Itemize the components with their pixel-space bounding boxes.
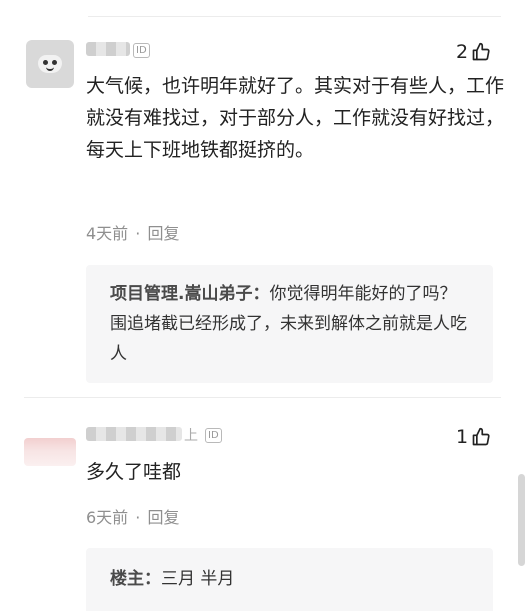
- avatar-eye: [52, 60, 57, 65]
- avatar-face: [38, 55, 62, 73]
- avatar-mouth: [46, 66, 54, 71]
- like-button[interactable]: 1: [456, 426, 491, 448]
- reply-link[interactable]: 回复: [147, 508, 179, 527]
- meta-separator: ·: [135, 224, 141, 243]
- like-count: 1: [456, 426, 469, 448]
- reply-text: 楼主：三月 半月: [110, 564, 473, 594]
- avatar-eye: [43, 60, 48, 65]
- comment-meta: 4天前 · 回复: [86, 220, 179, 244]
- avatar[interactable]: [24, 438, 76, 466]
- comment-divider: [24, 397, 501, 398]
- username-suffix: 上: [184, 428, 198, 444]
- avatar[interactable]: [26, 40, 74, 88]
- like-button[interactable]: 2: [456, 41, 491, 63]
- reply-text: 项目管理.嵩山弟子：你觉得明年能好的了吗？围追堵截已经形成了，未来到解体之前就是…: [110, 279, 473, 369]
- thumbs-up-icon: [472, 427, 490, 446]
- reply-author[interactable]: 项目管理.嵩山弟子：: [110, 284, 269, 304]
- reply-box[interactable]: 项目管理.嵩山弟子：你觉得明年能好的了吗？围追堵截已经形成了，未来到解体之前就是…: [86, 265, 493, 383]
- reply-author[interactable]: 楼主：: [110, 569, 161, 589]
- meta-separator: ·: [135, 508, 141, 527]
- comment-meta: 6天前 · 回复: [86, 504, 179, 528]
- comment-time: 4天前: [86, 224, 129, 243]
- comment-time: 6天前: [86, 508, 129, 527]
- comment-text: 大气候，也许明年就好了。其实对于有些人，工作就没有难找过，对于部分人，工作就没有…: [86, 75, 505, 161]
- like-count: 2: [456, 41, 469, 63]
- id-badge: ID: [133, 43, 150, 58]
- id-badge: ID: [205, 428, 222, 443]
- thumbs-up-icon: [472, 42, 490, 61]
- reply-body: 三月 半月: [161, 569, 235, 589]
- scrollbar[interactable]: [518, 474, 525, 566]
- top-divider: [88, 16, 501, 17]
- username-blurred[interactable]: [86, 427, 182, 441]
- reply-link[interactable]: 回复: [147, 224, 179, 243]
- comment-text: 多久了哇都: [86, 461, 182, 483]
- reply-box[interactable]: 楼主：三月 半月: [86, 548, 493, 611]
- username-blurred[interactable]: [86, 42, 130, 56]
